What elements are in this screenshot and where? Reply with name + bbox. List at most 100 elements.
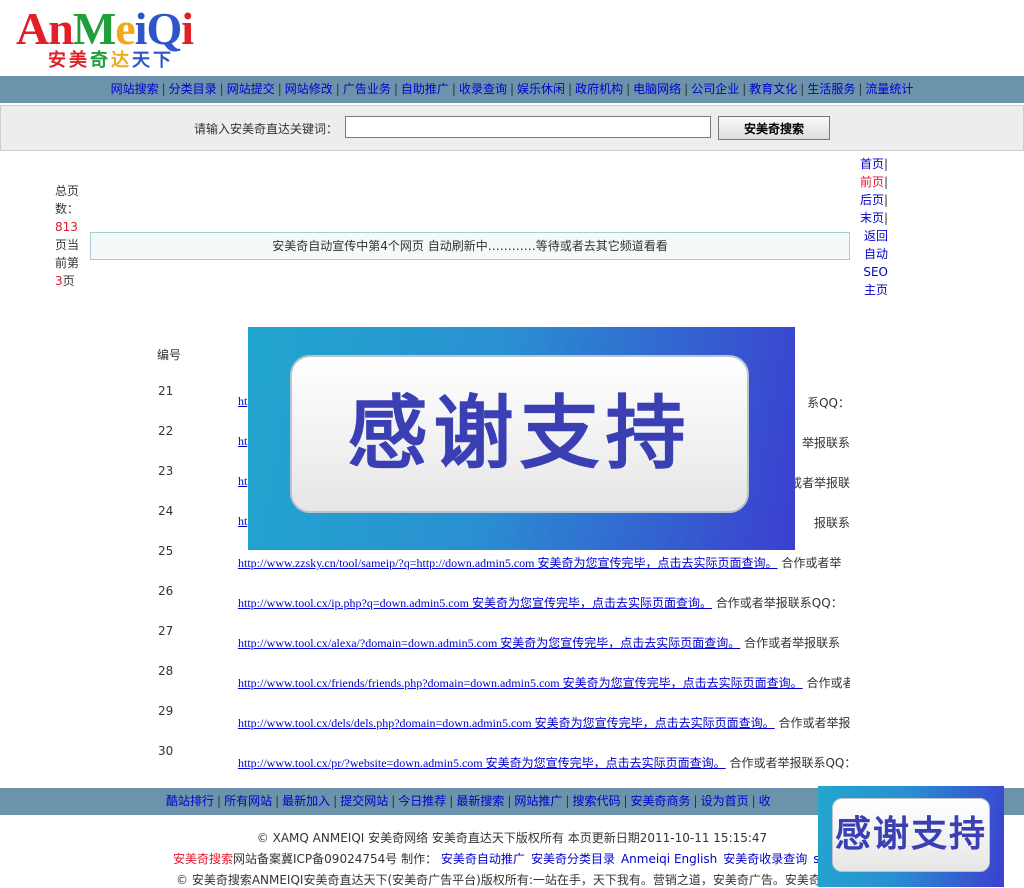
item-url-link[interactable]: ht xyxy=(238,434,247,448)
top-nav-link[interactable]: 公司企业 xyxy=(691,82,739,96)
first-page-link[interactable]: 首页 xyxy=(860,157,884,171)
item-number: 28 xyxy=(158,664,174,678)
last-page-link[interactable]: 末页 xyxy=(860,211,884,225)
item-url-link[interactable]: http://www.tool.cx/ip.php?q=down.admin5.… xyxy=(238,596,469,610)
logo-slogan-char: 奇 xyxy=(90,50,111,71)
search-input[interactable] xyxy=(345,116,711,138)
list-item: 30 http://www.tool.cx/pr/?website=down.ad… xyxy=(0,744,1024,770)
item-url-link[interactable]: http://www.zzsky.cn/tool/sameip/?q=http:… xyxy=(238,556,535,570)
nav-separator: | xyxy=(858,82,863,96)
top-nav-link[interactable]: 教育文化 xyxy=(749,82,797,96)
item-link-line: http://www.zzsky.cn/tool/sameip/?q=http:… xyxy=(238,554,850,571)
nav-separator: | xyxy=(751,794,756,808)
footer-make-label: 制作： xyxy=(401,852,438,866)
top-nav-link[interactable]: 娱乐休闲 xyxy=(517,82,565,96)
nav-separator: | xyxy=(684,82,689,96)
top-nav-link[interactable]: 生活服务 xyxy=(807,82,855,96)
item-result-link[interactable]: 安美奇为您宣传完毕，点击去实际页面查询。 xyxy=(497,636,740,650)
item-number: 22 xyxy=(158,424,174,438)
top-nav-link[interactable]: 收录查询 xyxy=(459,82,507,96)
logo-letter: A xyxy=(16,3,49,54)
logo-slogan-char: 下 xyxy=(153,50,174,71)
footer-links-line: 安美奇搜索网站备案冀ICP备09024754号 制作： 安美奇自动推广 安美奇分类… xyxy=(173,850,834,867)
item-result-link[interactable]: 安美奇为您宣传完毕，点击去实际页面查询。 xyxy=(469,596,712,610)
item-result-link[interactable]: 安美奇为您宣传完毕，点击去实际页面查询。 xyxy=(483,756,726,770)
top-nav-link[interactable]: 政府机构 xyxy=(575,82,623,96)
search-button[interactable]: 安美奇搜索 xyxy=(718,116,830,140)
column-header-number: 编号 xyxy=(157,348,182,362)
bottom-nav-link[interactable]: 收 xyxy=(759,794,771,808)
back-to-seo-home-link[interactable]: 返回自动SEO主页 xyxy=(863,229,888,297)
footer-link[interactable]: Anmeiqi English xyxy=(621,852,717,866)
item-result-link[interactable]: 安美奇为您宣传完毕，点击去实际页面查询。 xyxy=(535,556,778,570)
nav-separator: | xyxy=(565,794,570,808)
item-result-link[interactable]: 安美奇为您宣传完毕，点击去实际页面查询。 xyxy=(532,716,775,730)
top-nav-link[interactable]: 广告业务 xyxy=(343,82,391,96)
top-nav-link[interactable]: 网站搜索 xyxy=(111,82,159,96)
nav-separator: | xyxy=(335,82,340,96)
thanks-banner[interactable]: 感谢支持 xyxy=(248,327,795,550)
nav-separator: | xyxy=(449,794,454,808)
nav-separator: | xyxy=(800,82,805,96)
item-contact-text: 合作或者举报 xyxy=(774,716,850,730)
thanks-banner-small-panel: 感谢支持 xyxy=(832,798,990,872)
item-url-link[interactable]: http://www.tool.cx/friends/friends.php?d… xyxy=(238,676,560,690)
item-link-line: http://www.tool.cx/friends/friends.php?d… xyxy=(238,674,850,691)
item-url-link[interactable]: http://www.tool.cx/dels/dels.php?domain=… xyxy=(238,716,532,730)
top-nav-link[interactable]: 电脑网络 xyxy=(633,82,681,96)
bottom-nav-link[interactable]: 提交网站 xyxy=(340,794,388,808)
search-label: 请输入安美奇直达关键词： xyxy=(194,122,339,136)
pager-separator: | xyxy=(883,193,888,207)
item-contact-text: 合作或者举报联系QQ： xyxy=(725,756,850,770)
thanks-banner-small[interactable]: 感谢支持 xyxy=(818,786,1004,887)
nav-separator: | xyxy=(275,794,280,808)
logo-slogan-char: 美 xyxy=(69,50,90,71)
bottom-nav-link[interactable]: 最新搜索 xyxy=(456,794,504,808)
item-link-line: http://www.tool.cx/pr/?website=down.admi… xyxy=(238,754,850,771)
thanks-banner-small-text: 感谢支持 xyxy=(834,814,987,855)
item-url-link[interactable]: ht xyxy=(238,394,247,408)
bottom-nav-link[interactable]: 设为首页 xyxy=(701,794,749,808)
footer-link[interactable]: 安美奇分类目录 xyxy=(531,852,615,866)
current-page-unit: 页 xyxy=(62,274,75,288)
item-result-link[interactable]: 安美奇为您宣传完毕，点击去实际页面查询。 xyxy=(560,676,803,690)
list-item: 29 http://www.tool.cx/dels/dels.php?domai… xyxy=(0,704,1024,730)
item-url-link[interactable]: http://www.tool.cx/alexa/?domain=down.ad… xyxy=(238,636,497,650)
pager-separator: | xyxy=(883,175,888,189)
nav-separator: | xyxy=(626,82,631,96)
top-nav-link[interactable]: 流量统计 xyxy=(865,82,913,96)
item-url-link[interactable]: http://www.tool.cx/pr/?website=down.admi… xyxy=(238,756,483,770)
list-item: 27 http://www.tool.cx/alexa/?domain=down.… xyxy=(0,624,1024,650)
bottom-nav-link[interactable]: 酷站排行 xyxy=(166,794,214,808)
item-number: 30 xyxy=(158,744,174,758)
nav-separator: | xyxy=(393,82,398,96)
list-item: 26 http://www.tool.cx/ip.php?q=down.admin… xyxy=(0,584,1024,610)
item-contact-text: 合作或者举报联系QQ： xyxy=(711,596,843,610)
item-contact-text: 合作或者 xyxy=(802,676,850,690)
nav-separator: | xyxy=(693,794,698,808)
next-page-link[interactable]: 后页 xyxy=(860,193,884,207)
footer-link[interactable]: 安美奇自动推广 xyxy=(441,852,525,866)
search-bar: 请输入安美奇直达关键词： 安美奇搜索 xyxy=(0,105,1024,151)
top-nav-link[interactable]: 分类目录 xyxy=(169,82,217,96)
item-link-line: http://www.tool.cx/dels/dels.php?domain=… xyxy=(238,714,850,731)
total-pages-label: 总页数： xyxy=(55,184,80,216)
item-url-link[interactable]: ht xyxy=(238,474,247,488)
top-nav-link[interactable]: 自助推广 xyxy=(401,82,449,96)
bottom-nav-link[interactable]: 所有网站 xyxy=(224,794,272,808)
bottom-nav-link[interactable]: 最新加入 xyxy=(282,794,330,808)
prev-page-link[interactable]: 前页 xyxy=(860,175,884,189)
nav-separator: | xyxy=(217,794,222,808)
top-nav-link[interactable]: 网站修改 xyxy=(285,82,333,96)
logo-slogan: 安美奇达天下 xyxy=(48,46,174,72)
top-nav-link[interactable]: 网站提交 xyxy=(227,82,275,96)
bottom-nav-link[interactable]: 今日推荐 xyxy=(398,794,446,808)
bottom-nav-link[interactable]: 网站推广 xyxy=(514,794,562,808)
item-url-link[interactable]: ht xyxy=(238,514,247,528)
bottom-nav-link[interactable]: 安美奇商务 xyxy=(631,794,691,808)
logo[interactable]: AnMeiQi 安美奇达天下 xyxy=(16,4,256,74)
bottom-nav-link[interactable]: 搜索代码 xyxy=(572,794,620,808)
footer-link[interactable]: 安美奇收录查询 xyxy=(723,852,807,866)
total-pages-value: 813 xyxy=(55,220,78,234)
item-number: 26 xyxy=(158,584,174,598)
